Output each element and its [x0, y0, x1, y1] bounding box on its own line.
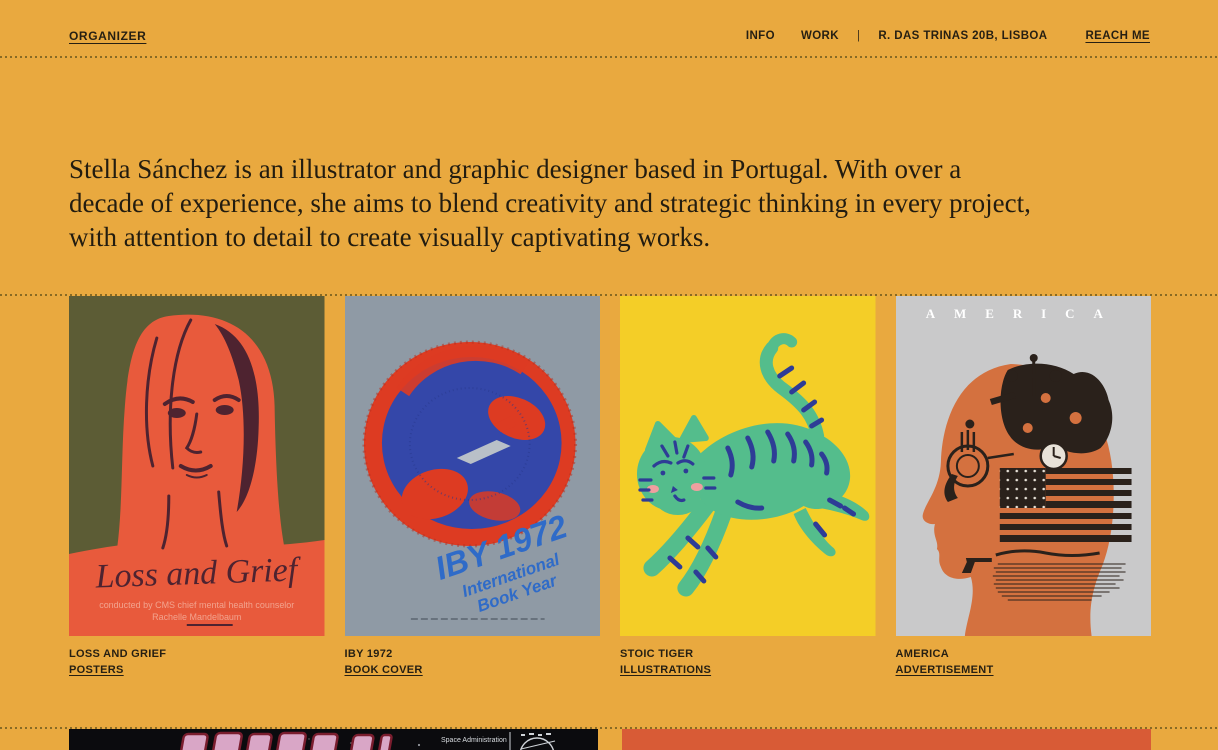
caption-stoic-tiger: STOIC TIGER ILLUSTRATIONS	[620, 648, 876, 676]
header-divider	[0, 56, 1218, 58]
loss-and-grief-artwork: Loss and Grief conducted by CMS chief me…	[69, 296, 325, 636]
project-category-link[interactable]: POSTERS	[69, 664, 325, 676]
stoic-tiger-artwork	[620, 296, 876, 636]
project-tile-orange-poster[interactable]	[622, 729, 1151, 750]
address-text: R. DAS TRINAS 20B, LISBOA	[878, 30, 1047, 42]
reach-me-link[interactable]: REACH ME	[1085, 30, 1150, 42]
intro-line-1: Stella Sánchez is an illustrator and gra…	[69, 152, 1159, 186]
caption-iby-1972: IBY 1972 BOOK COVER	[345, 648, 601, 676]
project-title: IBY 1972	[345, 648, 601, 660]
project-tile-space-poster[interactable]: Space Administration	[69, 729, 598, 750]
header: ORGANIZER INFO WORK | R. DAS TRINAS 20B,…	[0, 0, 1218, 57]
nav-info-link[interactable]: INFO	[746, 30, 775, 42]
project-tile-iby-1972[interactable]: IBY 1972 International Book Year IBY 197…	[345, 296, 601, 676]
project-title: STOIC TIGER	[620, 648, 876, 660]
space-poster-artwork: Space Administration	[69, 729, 598, 750]
loss-credit-1: conducted by CMS chief mental health cou…	[99, 600, 294, 610]
project-tile-loss-and-grief[interactable]: Loss and Grief conducted by CMS chief me…	[69, 296, 325, 676]
intro-line-2: decade of experience, she aims to blend …	[69, 186, 1159, 220]
caption-loss-and-grief: LOSS AND GRIEF POSTERS	[69, 648, 325, 676]
nav-work-link[interactable]: WORK	[801, 30, 839, 42]
loss-credit-2: Rachelle Mandelbaum	[152, 612, 241, 622]
intro-line-3: with attention to detail to create visua…	[69, 220, 1159, 254]
work-row-2: Space Administration	[69, 729, 1151, 750]
project-tile-stoic-tiger[interactable]: STOIC TIGER ILLUSTRATIONS	[620, 296, 876, 676]
iby-1972-artwork: IBY 1972 International Book Year	[345, 296, 601, 636]
project-category-link[interactable]: ILLUSTRATIONS	[620, 664, 876, 676]
project-title: LOSS AND GRIEF	[69, 648, 325, 660]
header-nav: INFO WORK | R. DAS TRINAS 20B, LISBOA RE…	[746, 30, 1150, 42]
caption-america: AMERICA ADVERTISEMENT	[896, 648, 1152, 676]
nav-separator: |	[857, 30, 860, 42]
america-masthead-text: AMERICA	[925, 306, 1121, 321]
project-tile-america[interactable]: AMERICA	[896, 296, 1152, 676]
work-grid: Loss and Grief conducted by CMS chief me…	[69, 296, 1151, 676]
project-category-link[interactable]: BOOK COVER	[345, 664, 601, 676]
space-administration-caption: Space Administration	[441, 737, 507, 744]
project-category-link[interactable]: ADVERTISEMENT	[896, 664, 1152, 676]
intro-paragraph: Stella Sánchez is an illustrator and gra…	[69, 152, 1159, 254]
america-artwork: AMERICA	[896, 296, 1152, 636]
project-title: AMERICA	[896, 648, 1152, 660]
portfolio-page: ORGANIZER INFO WORK | R. DAS TRINAS 20B,…	[0, 0, 1218, 750]
loss-title-text: Loss and Grief	[94, 551, 302, 595]
brand-link[interactable]: ORGANIZER	[69, 29, 146, 43]
